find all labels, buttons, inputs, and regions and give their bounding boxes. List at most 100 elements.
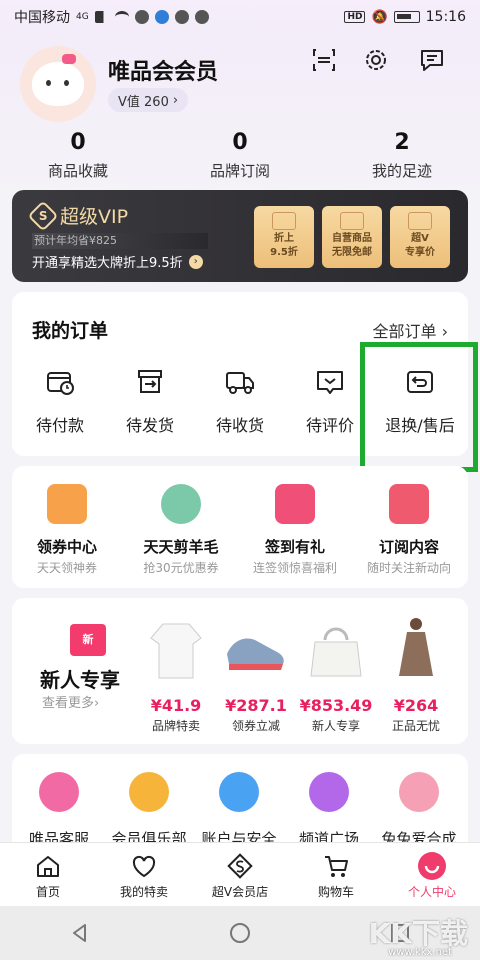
settings-button[interactable] xyxy=(360,44,392,76)
vip-benefit-card[interactable]: 超V 专享价 xyxy=(390,206,450,268)
newcomer-card: 新 新人专享 查看更多› ¥41.9 品牌特卖 ¥287.1 领券立减 ¥853… xyxy=(12,598,468,744)
sheep-icon xyxy=(161,484,201,524)
tab-profile[interactable]: 个人中心 xyxy=(384,843,480,906)
stats-row: 0 商品收藏 0 品牌订阅 2 我的足迹 xyxy=(0,130,480,181)
services-card: 唯品客服 会员俱乐部 账户与安全 频道广场 兔兔爱合成 xyxy=(12,754,468,854)
feature-sheep-coupons[interactable]: 天天剪羊毛 抢30元优惠券 xyxy=(126,484,236,576)
message-icon xyxy=(421,50,443,71)
all-orders-link[interactable]: 全部订单 › xyxy=(373,318,449,342)
mute-icon: 🔕 xyxy=(371,9,388,25)
stat-favorites[interactable]: 0 商品收藏 xyxy=(0,130,156,181)
profile-icon xyxy=(417,851,447,881)
stat-value: 0 xyxy=(232,130,248,155)
stat-label: 商品收藏 xyxy=(47,162,108,180)
vip-card-line1: 超V xyxy=(411,233,429,244)
feature-subtitle: 连签领惊喜福利 xyxy=(252,561,337,575)
product-price: ¥853.49 xyxy=(299,696,373,715)
vip-title: 超级VIP xyxy=(60,206,129,228)
vip-logo: S 超级VIP xyxy=(27,199,129,232)
wechat-icon xyxy=(194,10,209,24)
bottom-tab-bar: 首页 我的特卖 超V会员店 购物车 个人中心 xyxy=(0,842,480,906)
svip-logo-icon: S xyxy=(27,199,59,232)
username[interactable]: 唯品会会员 xyxy=(108,54,218,86)
stat-label: 品牌订阅 xyxy=(209,162,270,180)
highlight-box xyxy=(360,342,478,472)
feature-title: 天天剪羊毛 xyxy=(143,538,219,556)
crown-icon xyxy=(129,772,169,812)
service-member-club[interactable]: 会员俱乐部 xyxy=(104,772,194,849)
product-item[interactable]: ¥41.9 品牌特卖 xyxy=(138,614,214,734)
features-card: 领券中心 天天领神券 天天剪羊毛 抢30元优惠券 签到有礼 连签领惊喜福利 订阅… xyxy=(12,466,468,588)
time-text: 15:16 xyxy=(425,9,466,25)
back-triangle-icon[interactable] xyxy=(69,922,91,944)
scan-icon xyxy=(313,49,335,71)
vip-benefit-card[interactable]: 自营商品 无限免邮 xyxy=(322,206,382,268)
coupon-icon xyxy=(47,484,87,524)
feature-subtitle: 抢30元优惠券 xyxy=(143,561,219,575)
vip-benefit-card[interactable]: 折上 9.5折 xyxy=(254,206,314,268)
percent-tag-icon xyxy=(272,212,296,230)
product-item[interactable]: ¥264 正品无忧 xyxy=(378,614,454,734)
stat-footprints[interactable]: 2 我的足迹 xyxy=(324,130,480,181)
feature-title: 签到有礼 xyxy=(264,538,325,556)
product-item[interactable]: ¥853.49 新人专享 xyxy=(298,614,374,734)
order-label: 待收货 xyxy=(215,416,264,435)
feature-title: 领券中心 xyxy=(36,538,97,556)
tab-svip-store[interactable]: 超V会员店 xyxy=(192,843,288,906)
watermark-url: www.kkx.net xyxy=(388,947,452,958)
sneaker-icon xyxy=(227,638,284,670)
stat-value: 0 xyxy=(70,130,86,155)
newcomer-title[interactable]: 新人专享 xyxy=(40,664,120,693)
see-more-link[interactable]: 查看更多› xyxy=(42,692,99,711)
vip-cta[interactable]: 开通享精选大牌折上9.5折 › xyxy=(32,252,203,271)
product-item[interactable]: ¥287.1 领券立减 xyxy=(218,614,294,734)
cart-icon xyxy=(321,851,351,881)
v-value-badge[interactable]: V值 260 › xyxy=(108,88,189,112)
order-label: 待发货 xyxy=(125,416,174,435)
watermark-logo: KK下载 xyxy=(368,917,468,950)
home-circle-icon[interactable] xyxy=(229,922,251,944)
box-arrow-icon xyxy=(134,366,166,398)
avatar[interactable] xyxy=(20,46,96,122)
truck-icon xyxy=(224,366,256,398)
qq-icon xyxy=(134,10,149,24)
chevron-right-icon: › xyxy=(172,92,179,108)
message-icon xyxy=(174,10,189,24)
stat-value: 2 xyxy=(394,130,410,155)
service-customer-support[interactable]: 唯品客服 xyxy=(14,772,104,849)
super-vip-banner[interactable]: S 超级VIP 预计年均省¥825 开通享精选大牌折上9.5折 › 折上 9.5… xyxy=(12,190,468,282)
vip-logo-letter: S xyxy=(38,208,48,223)
order-label: 待付款 xyxy=(35,416,84,435)
vip-card-line2: 9.5折 xyxy=(270,247,298,258)
order-pending-receipt[interactable]: 待收货 xyxy=(198,366,282,436)
service-account-security[interactable]: 账户与安全 xyxy=(194,772,284,849)
feature-subscribed-content[interactable]: 订阅内容 随时关注新动向 xyxy=(354,484,464,576)
grid-icon xyxy=(309,772,349,812)
v-value-text: V值 260 xyxy=(118,94,169,110)
network-text: 4G xyxy=(76,12,89,22)
checkin-icon xyxy=(275,484,315,524)
chevron-right-icon: › xyxy=(188,254,203,269)
product-tag: 新人专享 xyxy=(311,719,360,733)
messages-button[interactable] xyxy=(416,44,448,76)
scan-button[interactable] xyxy=(308,44,340,76)
order-pending-payment[interactable]: 待付款 xyxy=(18,366,102,436)
tab-cart[interactable]: 购物车 xyxy=(288,843,384,906)
service-bunny-merge[interactable]: 兔兔爱合成 xyxy=(374,772,464,849)
product-tag: 领券立减 xyxy=(231,719,280,733)
feature-coupon-center[interactable]: 领券中心 天天领神券 xyxy=(12,484,122,576)
feature-checkin-gifts[interactable]: 签到有礼 连签领惊喜福利 xyxy=(240,484,350,576)
bunny-icon xyxy=(399,772,439,812)
tab-my-sales[interactable]: 我的特卖 xyxy=(96,843,192,906)
app-icon xyxy=(154,10,169,24)
bunny-avatar-icon xyxy=(32,62,84,106)
service-channel-square[interactable]: 频道广场 xyxy=(284,772,374,849)
tab-label: 超V会员店 xyxy=(211,885,269,899)
tab-home[interactable]: 首页 xyxy=(0,843,96,906)
order-pending-shipment[interactable]: 待发货 xyxy=(108,366,192,436)
stat-brand-subscriptions[interactable]: 0 品牌订阅 xyxy=(156,130,324,181)
product-price: ¥264 xyxy=(393,696,439,715)
home-icon xyxy=(33,851,63,881)
product-tag: 品牌特卖 xyxy=(151,719,200,733)
tab-label: 个人中心 xyxy=(407,885,456,899)
